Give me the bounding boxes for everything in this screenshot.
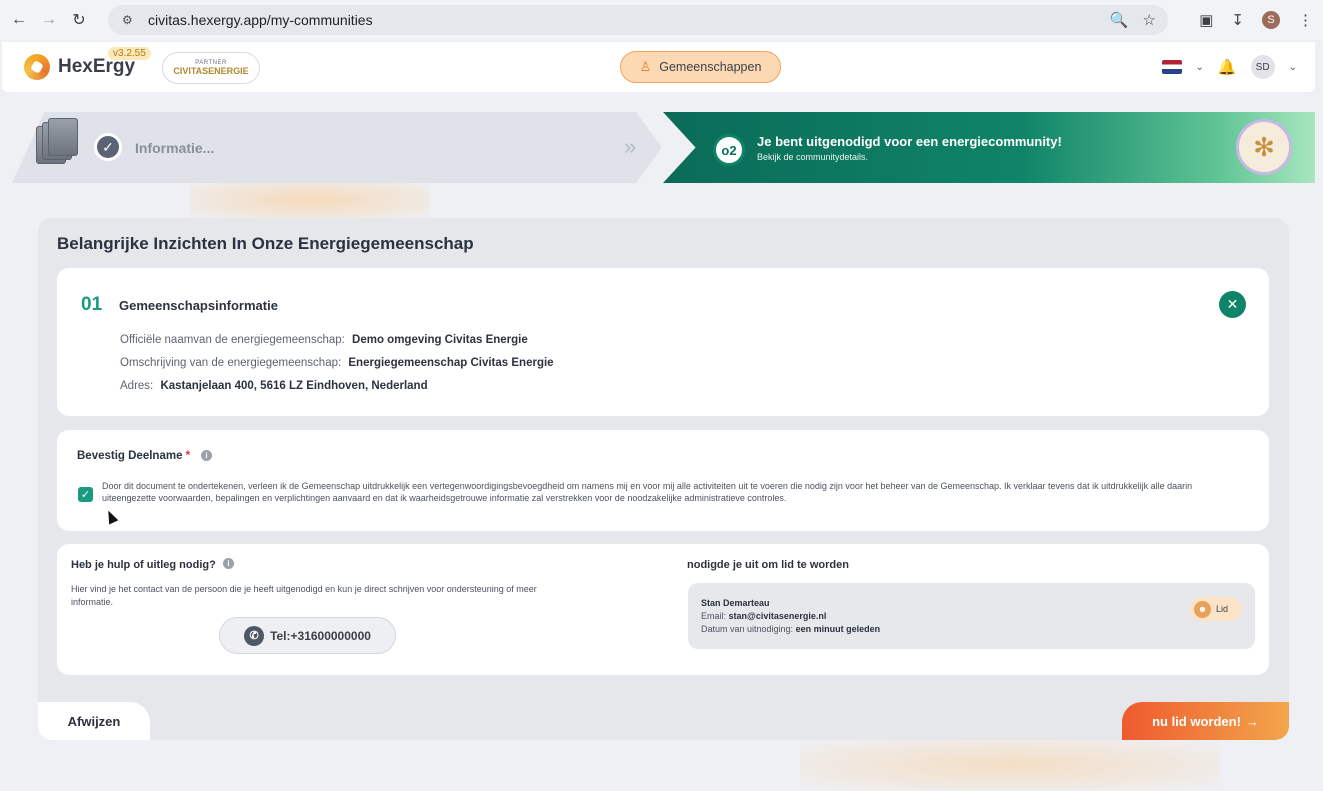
step-1-label: Informatie... <box>135 140 215 156</box>
browser-menu-icon[interactable]: ⋮ <box>1298 11 1313 29</box>
version-badge: v3.2.55 <box>108 47 151 60</box>
inviter-date-label: Datum van uitnodiging: <box>701 624 794 634</box>
address-row: Adres: Kastanjelaan 400, 5616 LZ Eindhov… <box>120 380 428 392</box>
step-2-subtitle: Bekijk de communitydetails. <box>757 152 869 162</box>
reload-icon[interactable]: ↻ <box>68 9 90 31</box>
inviter-email-row: Email: stan@civitasenergie.nl <box>701 611 826 621</box>
app-header: HexErgy v3.2.55 PARTNER CIVITASENERGIE ♙… <box>2 42 1315 92</box>
info-icon[interactable]: i <box>201 450 212 461</box>
nav-communities-label: Gemeenschappen <box>659 60 762 74</box>
help-info-icon[interactable]: i <box>223 558 234 569</box>
address-bar[interactable]: ⚙ civitas.hexergy.app/my-communities 🔍 ☆ <box>108 5 1168 35</box>
reject-button[interactable]: Afwijzen <box>38 702 150 740</box>
step-arrow-icon: » <box>624 134 637 159</box>
partner-badge: PARTNER CIVITASENERGIE <box>162 52 260 84</box>
browser-profile-avatar[interactable]: S <box>1262 11 1280 29</box>
description-row: Omschrijving van de energiegemeenschap: … <box>120 357 554 369</box>
description-label: Omschrijving van de energiegemeenschap: <box>120 357 342 369</box>
close-icon[interactable]: ✕ <box>1219 291 1246 318</box>
help-description: Hier vind je het contact van de persoon … <box>71 584 537 607</box>
description-value: Energiegemeenschap Civitas Energie <box>348 357 554 369</box>
official-name-row: Officiële naamvan de energiegemeenschap:… <box>120 334 528 346</box>
chevron-down-icon[interactable]: ⌄ <box>1196 62 1204 73</box>
confirm-title-text: Bevestig Deelname <box>77 450 183 462</box>
inviter-title: nodigde je uit om lid te worden <box>687 559 849 571</box>
extensions-icon[interactable]: ▣ <box>1199 11 1213 29</box>
community-network-icon: ✻ <box>1236 119 1292 175</box>
inviter-date-row: Datum van uitnodiging: een minuut gelede… <box>701 624 880 634</box>
decorative-glow <box>190 180 430 220</box>
step-complete-check-icon: ✓ <box>94 133 122 161</box>
download-icon[interactable]: ↧ <box>1231 11 1244 29</box>
arrow-right-icon: → <box>1245 713 1259 729</box>
bookmark-star-icon[interactable]: ☆ <box>1143 11 1156 29</box>
required-mark: * <box>185 450 191 462</box>
member-avatar-icon: ☻ <box>1194 600 1211 618</box>
browser-toolbar: ← → ↻ ⚙ civitas.hexergy.app/my-communiti… <box>0 0 1323 40</box>
forward-icon[interactable]: → <box>38 9 60 31</box>
phone-contact-button[interactable]: ✆ Tel:+31600000000 <box>219 617 396 654</box>
inviter-email[interactable]: stan@civitasenergie.nl <box>729 611 827 621</box>
phone-label: Tel:+31600000000 <box>270 628 371 643</box>
inviter-email-label: Email: <box>701 611 727 621</box>
section-title: Gemeenschapsinformatie <box>119 298 278 313</box>
step-2-title: Je bent uitgenodigd voor een energiecomm… <box>757 134 1062 149</box>
decorative-glow-bottom <box>800 740 1220 790</box>
step-2-number: o2 <box>713 134 745 166</box>
people-icon: ♙ <box>639 59 652 74</box>
notification-bell-icon[interactable]: 🔔 <box>1218 58 1237 76</box>
hexergy-logo-icon <box>24 54 50 80</box>
page-title: Belangrijke Inzichten In Onze Energiegem… <box>57 234 474 253</box>
join-button[interactable]: nu lid worden! → <box>1122 702 1289 740</box>
address-value: Kastanjelaan 400, 5616 LZ Eindhoven, Ned… <box>160 380 428 392</box>
phone-icon: ✆ <box>244 625 265 646</box>
help-title: Heb je hulp of uitleg nodig? <box>71 559 216 571</box>
consent-checkbox[interactable]: ✓ <box>78 487 93 502</box>
partner-name: CIVITASENERGIE <box>173 66 249 76</box>
back-icon[interactable]: ← <box>8 9 30 31</box>
folders-icon <box>36 118 78 170</box>
address-label: Adres: <box>120 380 154 392</box>
user-menu-chevron-icon[interactable]: ⌄ <box>1289 62 1297 73</box>
official-name-value: Demo omgeving Civitas Energie <box>352 334 528 346</box>
nav-communities-button[interactable]: ♙ Gemeenschappen <box>620 51 781 83</box>
consent-text: Door dit document te ondertekenen, verle… <box>102 481 1193 503</box>
site-settings-icon[interactable]: ⚙ <box>122 13 136 27</box>
url-text[interactable]: civitas.hexergy.app/my-communities <box>148 12 373 28</box>
member-role-badge: ☻ Lid <box>1190 597 1242 621</box>
section-number: 01 <box>81 294 103 315</box>
language-flag-icon[interactable] <box>1161 60 1182 74</box>
user-avatar[interactable]: SD <box>1250 55 1275 79</box>
confirm-title: Bevestig Deelname * <box>77 450 190 462</box>
zoom-icon[interactable]: 🔍 <box>1110 11 1129 29</box>
official-name-label: Officiële naamvan de energiegemeenschap: <box>120 334 345 346</box>
inviter-name: Stan Demarteau <box>701 598 770 608</box>
member-role-label: Lid <box>1216 604 1229 614</box>
inviter-date: een minuut geleden <box>795 624 881 634</box>
join-label: nu lid worden! <box>1152 713 1241 729</box>
